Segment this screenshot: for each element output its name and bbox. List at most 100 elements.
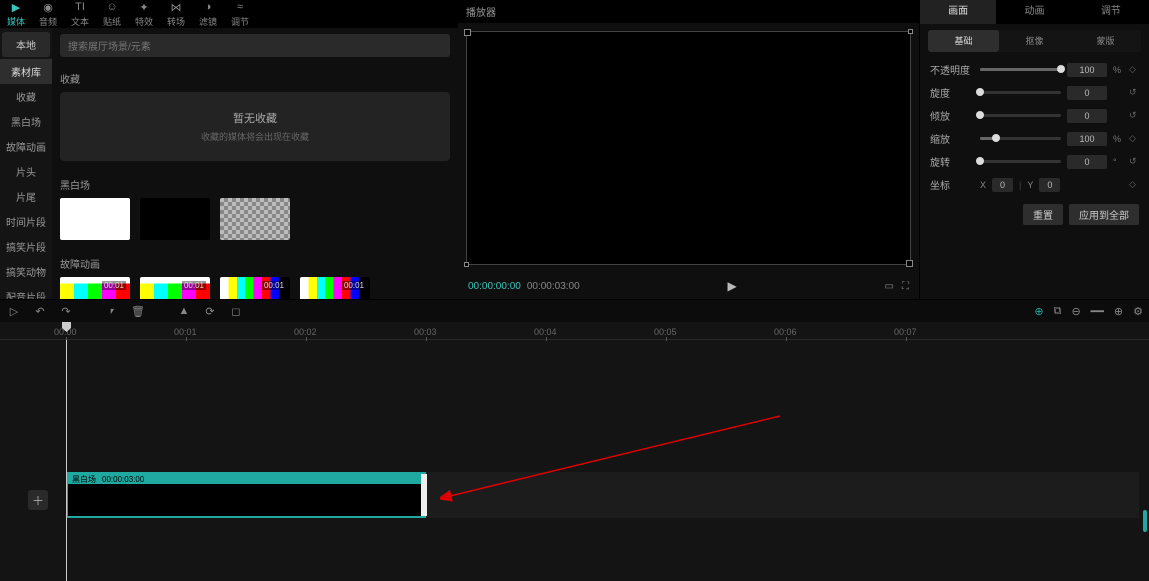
pos-y-value[interactable]: 0 [1039, 178, 1060, 192]
keyframe-icon[interactable]: ◇ [1129, 133, 1139, 144]
sidebar-library[interactable]: 素材库 [0, 59, 52, 84]
opacity-slider[interactable] [980, 68, 1061, 71]
keyframe-icon[interactable]: ◇ [1129, 179, 1139, 190]
sidebar-item[interactable]: 收藏 [0, 84, 52, 109]
inspector-subtab-chroma[interactable]: 抠像 [999, 30, 1070, 52]
play-button[interactable]: ▶ [727, 279, 736, 293]
timeline-body[interactable]: ＋ 黑白场 00:00:03:00 [0, 340, 1149, 581]
video-track[interactable]: 黑白场 00:00:03:00 [66, 472, 1139, 518]
sidebar-local[interactable]: 本地 [2, 32, 50, 57]
delete-icon[interactable]: 🗑 [130, 305, 146, 318]
prop-rotate: 旋转 0 ° ↺ [920, 150, 1149, 173]
rotx-value[interactable]: 0 [1067, 86, 1107, 100]
sidebar-item[interactable]: 搞笑动物 [0, 259, 52, 284]
inspector-subtab-basic[interactable]: 基础 [928, 30, 999, 52]
tab-media[interactable]: ▶媒体 [0, 0, 32, 28]
sidebar-item[interactable]: 黑白场 [0, 109, 52, 134]
timeline-toolbar: ▷ ↶ ↷ ⎖ 🗑 ▲ ⟳ ◻ ⊕ ⧉ ⊖ ━━ ⊕ ⚙ [0, 300, 1149, 322]
thumb-white[interactable] [60, 198, 130, 240]
preview-canvas[interactable] [466, 31, 911, 265]
favorites-empty: 暂无收藏 收藏的媒体将会出现在收藏 [60, 92, 450, 161]
inspector-tab-canvas[interactable]: 画面 [920, 0, 996, 24]
zoom-in-icon[interactable]: ⊕ [1114, 305, 1123, 318]
tab-text[interactable]: TI文本 [64, 0, 96, 28]
play-icon: ▶ [9, 0, 23, 14]
section-glitch-label: 故障动画 [60, 256, 450, 271]
player-panel: 播放器 00:00:00:00 00:00:03:00 ▶ ▭ ⛶ [458, 0, 919, 299]
thumb-glitch[interactable]: 00:01 [140, 277, 210, 299]
rotx-slider[interactable] [980, 91, 1061, 94]
magnet-icon[interactable]: ⊕ [1034, 305, 1043, 318]
effect-icon: ✦ [137, 0, 151, 14]
audio-icon: ◉ [41, 0, 55, 14]
rotate-slider[interactable] [980, 160, 1061, 163]
apply-all-button[interactable]: 应用到全部 [1069, 204, 1139, 225]
filter-icon: ◑ [201, 0, 215, 14]
opacity-value[interactable]: 100 [1067, 63, 1107, 77]
inspector-tab-adjust[interactable]: 调节 [1073, 0, 1149, 24]
keyframe-icon[interactable]: ◇ [1129, 64, 1139, 75]
sidebar-item[interactable]: 故障动画 [0, 134, 52, 159]
prop-scale: 缩放 100 % ◇ [920, 127, 1149, 150]
roty-value[interactable]: 0 [1067, 109, 1107, 123]
search-input[interactable]: 搜索展厅场景/元素 [60, 34, 450, 57]
playhead[interactable] [66, 340, 67, 581]
text-icon: TI [73, 0, 87, 14]
link-icon[interactable]: ⧉ [1054, 305, 1062, 318]
thumb-glitch[interactable]: 00:01 [300, 277, 370, 299]
media-sidebar: 本地 素材库 收藏 黑白场 故障动画 片头 片尾 时间片段 搞笑片段 搞笑动物 … [0, 28, 52, 299]
time-total: 00:00:03:00 [527, 281, 580, 292]
inspector-panel: 画面 动画 调节 基础 抠像 蒙版 不透明度 100 % ◇ 旋度 0 [919, 0, 1149, 299]
pos-x-value[interactable]: 0 [992, 178, 1013, 192]
inspector-subtab-mask[interactable]: 蒙版 [1070, 30, 1141, 52]
zoom-out-icon[interactable]: ⊖ [1071, 305, 1080, 318]
empty-title: 暂无收藏 [60, 110, 450, 126]
settings-icon[interactable]: ⚙ [1133, 305, 1143, 318]
tab-transition[interactable]: ⋈转场 [160, 0, 192, 28]
sidebar-item[interactable]: 搞笑片段 [0, 234, 52, 259]
sidebar-item[interactable]: 片尾 [0, 184, 52, 209]
crop-icon[interactable]: ◻ [228, 305, 244, 318]
tab-adjust[interactable]: ≈调节 [224, 0, 256, 28]
sidebar-item[interactable]: 时间片段 [0, 209, 52, 234]
thumb-glitch[interactable]: 00:01 [220, 277, 290, 299]
thumb-transparent[interactable] [220, 198, 290, 240]
split-icon[interactable]: ⎖ [104, 305, 120, 318]
undo-icon[interactable]: ↶ [32, 305, 48, 318]
inspector-tab-animation[interactable]: 动画 [996, 0, 1072, 24]
timeline-ruler[interactable]: 00:00 00:01 00:02 00:03 00:04 00:05 00:0… [0, 322, 1149, 340]
scale-slider[interactable] [980, 137, 1061, 140]
thumb-black[interactable] [140, 198, 210, 240]
rotate-value[interactable]: 0 [1067, 155, 1107, 169]
add-track-button[interactable]: ＋ [28, 490, 48, 510]
tab-sticker[interactable]: ☺贴纸 [96, 0, 128, 28]
sidebar-item[interactable]: 配音片段 [0, 284, 52, 299]
rotate-icon[interactable]: ⟳ [202, 305, 218, 318]
media-panel: ▶媒体 ◉音频 TI文本 ☺贴纸 ✦特效 ⋈转场 ◑滤镜 ≈调节 本地 素材库 … [0, 0, 458, 299]
select-tool-icon[interactable]: ▷ [6, 305, 22, 318]
empty-subtitle: 收藏的媒体将会出现在收藏 [60, 130, 450, 143]
scrollbar-thumb[interactable] [1143, 510, 1147, 532]
transition-icon: ⋈ [169, 0, 183, 14]
thumb-glitch[interactable]: 00:01 [60, 277, 130, 299]
tab-effect[interactable]: ✦特效 [128, 0, 160, 28]
fullscreen-icon[interactable]: ⛶ [902, 281, 909, 292]
ratio-icon[interactable]: ▭ [885, 281, 894, 292]
timeline-clip[interactable]: 黑白场 00:00:03:00 [66, 472, 426, 518]
scale-value[interactable]: 100 [1067, 132, 1107, 146]
prop-rotx: 旋度 0 ↺ [920, 81, 1149, 104]
sidebar-item[interactable]: 片头 [0, 159, 52, 184]
redo-icon[interactable]: ↷ [58, 305, 74, 318]
roty-slider[interactable] [980, 114, 1061, 117]
tab-filter[interactable]: ◑滤镜 [192, 0, 224, 28]
zoom-slider[interactable]: ━━ [1091, 305, 1104, 318]
clip-duration: 00:00:03:00 [102, 475, 144, 484]
reset-icon[interactable]: ↺ [1129, 87, 1139, 98]
player-controls: 00:00:00:00 00:00:03:00 ▶ ▭ ⛶ [458, 273, 919, 299]
reset-icon[interactable]: ↺ [1129, 156, 1139, 167]
mirror-icon[interactable]: ▲ [176, 305, 192, 318]
reset-icon[interactable]: ↺ [1129, 110, 1139, 121]
reset-button[interactable]: 重置 [1023, 204, 1063, 225]
tab-audio[interactable]: ◉音频 [32, 0, 64, 28]
clip-right-handle[interactable] [421, 474, 427, 516]
